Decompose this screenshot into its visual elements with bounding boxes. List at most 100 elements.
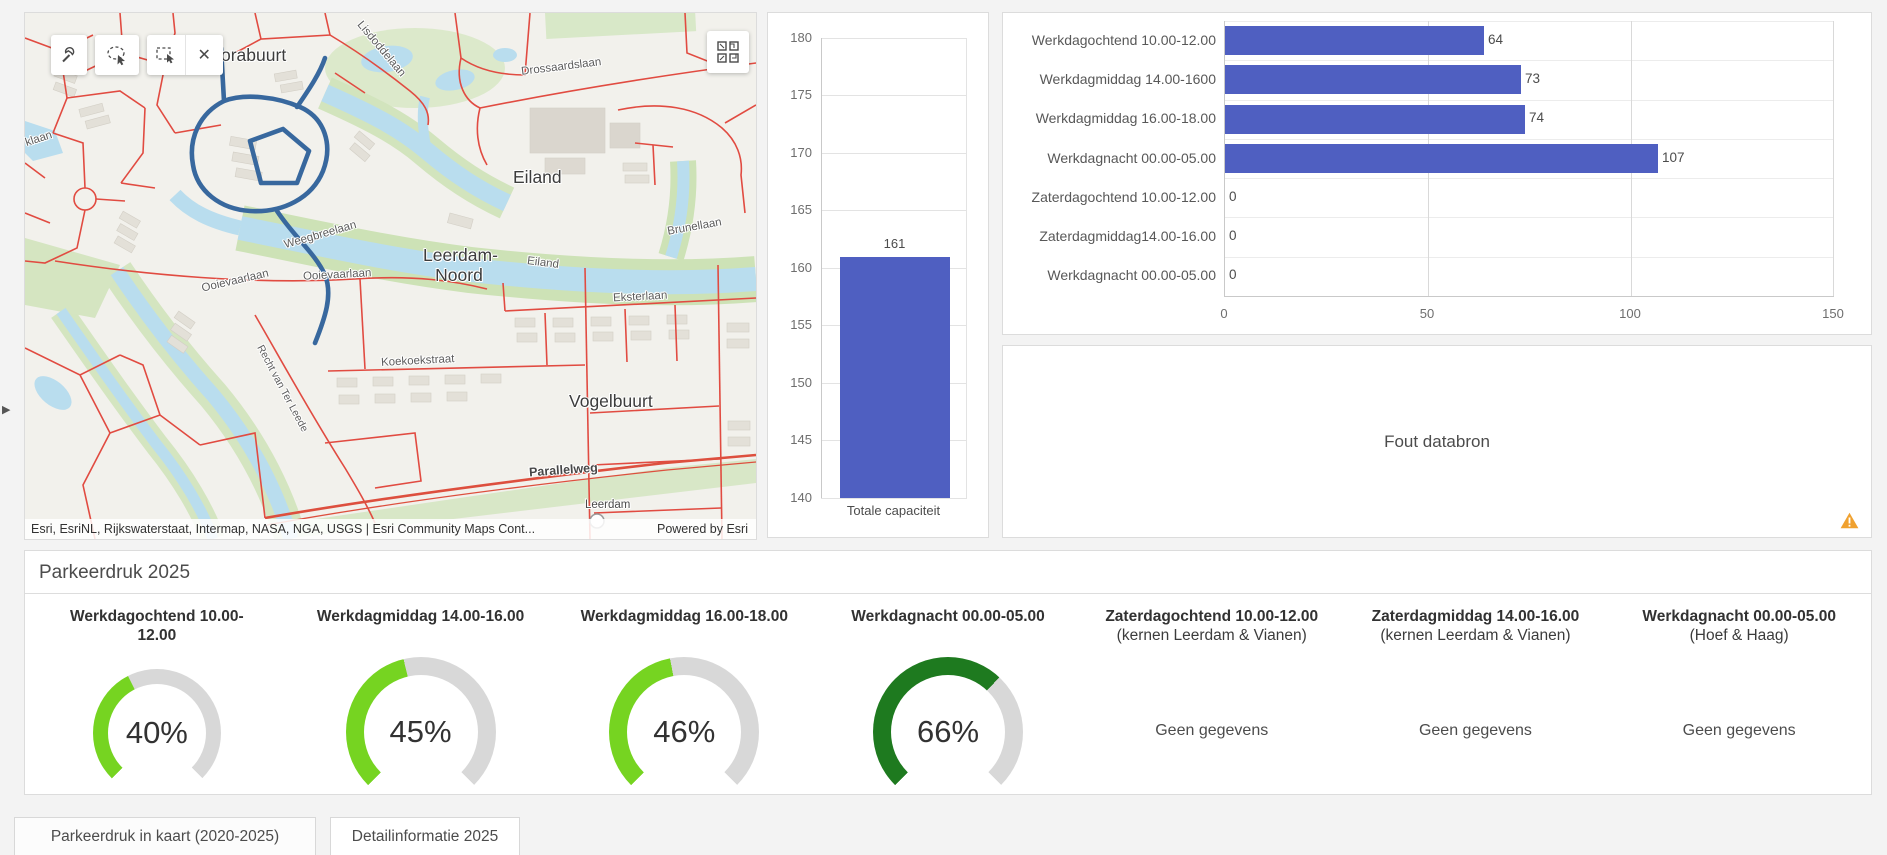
tab-label: Parkeerdruk in kaart (2020-2025) — [51, 828, 279, 846]
gauge-column-werkdagmiddag-14: Werkdagmiddag 14.00-16.00 45% — [289, 594, 553, 797]
gauge-value: 40% — [93, 669, 221, 797]
x-axis-tick: 100 — [1610, 306, 1650, 321]
gauge-subtitle: (kernen Leerdam & Vianen) — [1354, 626, 1598, 645]
gauge-value: 66% — [873, 657, 1023, 807]
gauge-subtitle: (Hoef & Haag) — [1617, 626, 1861, 645]
y-axis-tick: 145 — [772, 432, 812, 447]
expand-arrow-icon: ▶ — [2, 403, 10, 416]
y-axis-tick: 155 — [772, 317, 812, 332]
bar-value-label: 107 — [1662, 150, 1685, 165]
category-label: Zaterdagochtend 10.00-12.00 — [1011, 189, 1216, 205]
category-label: Werkdagochtend 10.00-12.00 — [1011, 32, 1216, 48]
error-panel: Fout databron — [1002, 345, 1872, 538]
map-tool-rectangle-select-button[interactable] — [147, 35, 186, 75]
bar-value-label: 161 — [822, 236, 967, 251]
gridline — [1225, 178, 1834, 179]
bar-werkdagochtend — [1225, 26, 1484, 55]
category-label: Werkdagmiddag 16.00-18.00 — [1011, 110, 1216, 126]
gauge-title-text: Zaterdagochtend 10.00-12.00 — [1090, 607, 1334, 626]
parkeerdruk-panel: Parkeerdruk 2025 Werkdagochtend 10.00-12… — [24, 550, 1872, 795]
map-overview-button[interactable] — [707, 31, 749, 73]
bar-value-label: 0 — [1229, 189, 1237, 204]
gridline — [1225, 257, 1834, 258]
period-chart-plot — [1224, 21, 1834, 297]
gauge-column-zaterdagmiddag: Zaterdagmiddag 14.00-16.00 (kernen Leerd… — [1344, 594, 1608, 797]
bar-value-label: 0 — [1229, 267, 1237, 282]
no-data-label: Geen gegevens — [1607, 722, 1871, 740]
close-icon: ✕ — [198, 45, 211, 65]
gauge-column-zaterdagochtend: Zaterdagochtend 10.00-12.00 (kernen Leer… — [1080, 594, 1344, 797]
category-label: Werkdagnacht 00.00-05.00 — [1011, 267, 1216, 283]
map-tool-wrench-button[interactable] — [51, 35, 87, 75]
gauge-column-werkdagochtend: Werkdagochtend 10.00-12.00 40% — [25, 594, 289, 797]
x-axis-tick: 150 — [1813, 306, 1853, 321]
gauge-werkdagnacht: 66% — [873, 657, 1023, 807]
x-axis-tick: 50 — [1407, 306, 1447, 321]
wrench-icon — [59, 45, 79, 65]
tab-parkeerdruk-in-kaart[interactable]: Parkeerdruk in kaart (2020-2025) — [14, 817, 316, 855]
gauge-column-werkdagnacht: Werkdagnacht 00.00-05.00 66% — [816, 594, 1080, 797]
gauge-title: Werkdagochtend 10.00-12.00 — [25, 607, 289, 646]
gauge-title-text: Werkdagnacht 00.00-05.00 — [1617, 607, 1861, 626]
bar-werkdagnacht — [1225, 144, 1658, 173]
panel-title: Parkeerdruk 2025 — [39, 562, 190, 584]
gridline — [1225, 217, 1834, 218]
gridline — [1225, 21, 1834, 22]
no-data-label: Geen gegevens — [1080, 722, 1344, 740]
y-axis-tick: 170 — [772, 145, 812, 160]
bar-value-label: 0 — [1229, 228, 1237, 243]
map-label-neighborhood: Eiland — [513, 167, 562, 188]
y-axis-tick: 180 — [772, 30, 812, 45]
no-data-label: Geen gegevens — [1344, 722, 1608, 740]
gridline — [821, 498, 967, 499]
gauge-title: Werkdagnacht 00.00-05.00 (Hoef & Haag) — [1607, 607, 1871, 646]
gridline — [1225, 100, 1834, 101]
rectangle-select-icon — [155, 45, 177, 65]
powered-by-esri: Powered by Esri — [657, 522, 748, 536]
capacity-chart-panel: 180 175 170 165 160 155 150 145 140 161 … — [767, 12, 989, 538]
map-tool-group: ✕ — [147, 35, 223, 75]
bar-werkdagmiddag-16 — [1225, 105, 1525, 134]
gauge-title: Werkdagnacht 00.00-05.00 — [816, 607, 1080, 626]
capacity-chart-plot: 161 — [821, 38, 967, 498]
warning-icon[interactable] — [1840, 512, 1859, 529]
gauge-value: 46% — [609, 657, 759, 807]
tab-label: Detailinformatie 2025 — [352, 828, 498, 846]
x-axis-tick: 0 — [1204, 306, 1244, 321]
map-label-neighborhood: orabuurt — [221, 45, 286, 66]
gauge-column-werkdagmiddag-16: Werkdagmiddag 16.00-18.00 46% — [552, 594, 816, 797]
dashboard: ▶ — [0, 0, 1887, 855]
y-axis-tick: 175 — [772, 87, 812, 102]
bar-value-label: 73 — [1525, 71, 1540, 86]
y-axis-tick: 160 — [772, 260, 812, 275]
gridline — [1833, 21, 1834, 296]
map-tool-lasso-select-button[interactable] — [95, 35, 139, 75]
map-panel[interactable]: orabuurt Lisdoddelaan Drossaardslaan Eil… — [24, 12, 757, 540]
capacity-bar — [840, 257, 950, 498]
tab-detailinformatie-2025[interactable]: Detailinformatie 2025 — [330, 817, 520, 855]
period-chart-panel: Werkdagochtend 10.00-12.00 Werkdagmiddag… — [1002, 12, 1872, 335]
gridline — [1225, 60, 1834, 61]
map-canvas[interactable] — [25, 13, 756, 539]
gridline — [1225, 139, 1834, 140]
gauge-value: 45% — [346, 657, 496, 807]
bar-value-label: 74 — [1529, 110, 1544, 125]
x-axis-category-label: Totale capaciteit — [821, 503, 966, 518]
gauge-werkdagmiddag-16: 46% — [609, 657, 759, 807]
gauge-column-werkdagnacht-hoef: Werkdagnacht 00.00-05.00 (Hoef & Haag) G… — [1607, 594, 1871, 797]
error-message: Fout databron — [1384, 432, 1490, 452]
y-axis-tick: 165 — [772, 202, 812, 217]
category-label: Werkdagnacht 00.00-05.00 — [1011, 150, 1216, 166]
gauge-title: Werkdagmiddag 16.00-18.00 — [552, 607, 816, 626]
gauge-title: Zaterdagochtend 10.00-12.00 (kernen Leer… — [1080, 607, 1344, 646]
sidebar-expand-button[interactable]: ▶ — [2, 396, 18, 422]
bar-value-label: 64 — [1488, 32, 1503, 47]
gauge-row: Werkdagochtend 10.00-12.00 40% Werkdagmi… — [25, 593, 1871, 797]
map-label-neighborhood: Vogelbuurt — [569, 391, 653, 412]
attribution-text: Esri, EsriNL, Rijkswaterstaat, Intermap,… — [31, 522, 535, 536]
category-label: Werkdagmiddag 14.00-1600 — [1011, 71, 1216, 87]
gauge-title-text: Zaterdagmiddag 14.00-16.00 — [1354, 607, 1598, 626]
map-tool-clear-selection-button[interactable]: ✕ — [186, 35, 224, 75]
gauge-title-text: Werkdagochtend 10.00-12.00 — [63, 607, 251, 646]
bar-werkdagmiddag-14 — [1225, 65, 1521, 94]
